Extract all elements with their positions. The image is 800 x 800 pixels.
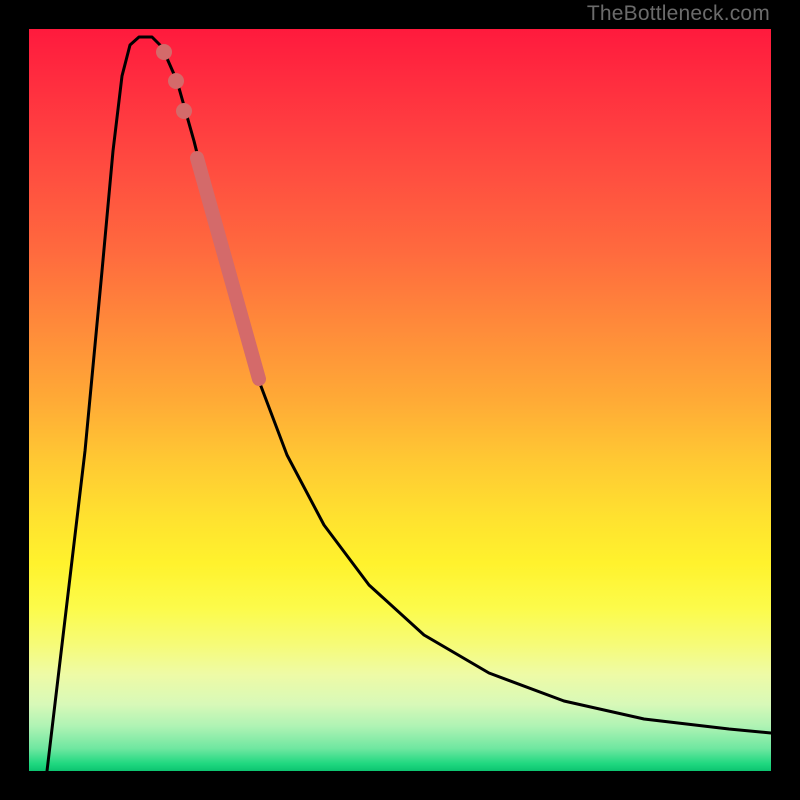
bottleneck-curve (47, 37, 771, 771)
highlight-dot (168, 73, 184, 89)
highlight-dot (176, 103, 192, 119)
watermark-label: TheBottleneck.com (587, 2, 770, 26)
curve-layer (29, 29, 771, 771)
chart-frame: TheBottleneck.com (0, 0, 800, 800)
plot-area (29, 29, 771, 771)
highlight-dots (156, 44, 192, 119)
highlight-dot (156, 44, 172, 60)
highlight-band (197, 158, 259, 379)
